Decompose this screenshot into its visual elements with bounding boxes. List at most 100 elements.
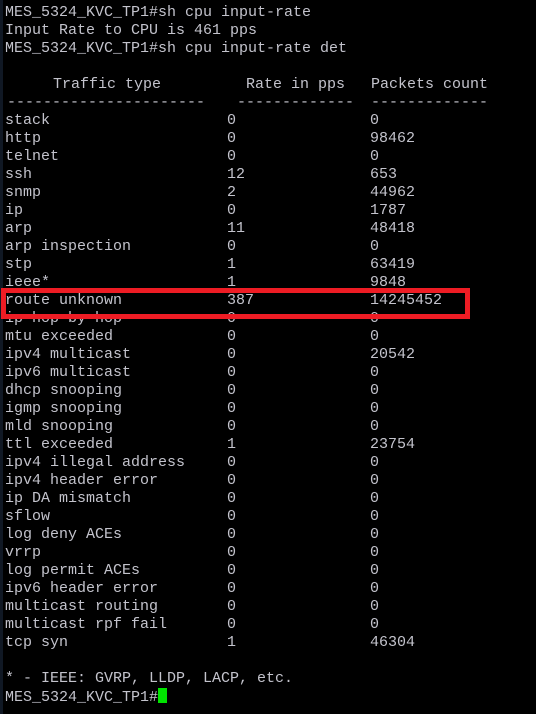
table-row: tcp syn 1 46304 [5, 634, 536, 652]
cpu-input-rate-table: stack 0 0 http 0 98462 telnet 0 0 ssh 12 653 snmp 2 44… [5, 112, 536, 652]
cell-rate: 0 [227, 544, 237, 561]
cell-packets-count: 0 [370, 310, 380, 327]
cell-packets-count: 0 [370, 598, 380, 615]
cell-rate: 1 [227, 634, 237, 651]
table-row: ipv6 multicast 0 0 [5, 364, 536, 382]
table-row: telnet 0 0 [5, 148, 536, 166]
cell-traffic-type: ip hop by hop [5, 310, 123, 327]
table-header-row: Traffic type Rate in pps Packets count [5, 76, 536, 94]
cell-rate: 12 [227, 166, 246, 183]
cell-packets-count: 0 [370, 418, 380, 435]
cell-traffic-type: http [5, 130, 42, 147]
table-row: arp 11 48418 [5, 220, 536, 238]
final-prompt-line: MES_5324_KVC_TP1# [5, 688, 536, 706]
cell-packets-count: 46304 [370, 634, 416, 651]
cell-rate: 1 [227, 436, 237, 453]
cell-traffic-type: ip [5, 202, 24, 219]
table-row: ieee* 1 9848 [5, 274, 536, 292]
header-packets-count: Packets count [371, 76, 489, 93]
cell-packets-count: 63419 [370, 256, 416, 273]
cell-rate: 0 [227, 598, 237, 615]
cell-rate: 0 [227, 112, 237, 129]
cell-rate: 0 [227, 328, 237, 345]
cell-packets-count: 0 [370, 454, 380, 471]
cell-rate: 0 [227, 130, 237, 147]
cell-rate: 0 [227, 310, 237, 327]
cell-traffic-type: route unknown [5, 292, 123, 309]
cell-traffic-type: multicast rpf fail [5, 616, 168, 633]
cell-packets-count: 0 [370, 508, 380, 525]
table-row: ttl exceeded 1 23754 [5, 436, 536, 454]
cell-rate: 0 [227, 472, 237, 489]
cell-traffic-type: ssh [5, 166, 33, 183]
command-line-2: MES_5324_KVC_TP1#sh cpu input-rate det [5, 40, 348, 57]
command-line-1: MES_5324_KVC_TP1#sh cpu input-rate [5, 4, 312, 21]
cell-packets-count: 14245452 [370, 292, 443, 309]
cell-traffic-type: ttl exceeded [5, 436, 114, 453]
cell-traffic-type: tcp syn [5, 634, 69, 651]
cell-packets-count: 23754 [370, 436, 416, 453]
cell-traffic-type: mld snooping [5, 418, 114, 435]
cell-traffic-type: ipv4 multicast [5, 346, 132, 363]
table-row: sflow 0 0 [5, 508, 536, 526]
cell-rate: 2 [227, 184, 237, 201]
table-row: ssh 12 653 [5, 166, 536, 184]
cell-traffic-type: ipv4 illegal address [5, 454, 186, 471]
table-row: ipv4 multicast 0 20542 [5, 346, 536, 364]
cell-traffic-type: igmp snooping [5, 400, 123, 417]
cell-rate: 1 [227, 274, 237, 291]
cell-packets-count: 0 [370, 112, 380, 129]
cell-traffic-type: mtu exceeded [5, 328, 114, 345]
header-rate-in-pps: Rate in pps [246, 76, 346, 93]
cell-traffic-type: stp [5, 256, 33, 273]
table-row: ipv4 illegal address 0 0 [5, 454, 536, 472]
cell-packets-count: 44962 [370, 184, 416, 201]
cell-traffic-type: ipv6 header error [5, 580, 159, 597]
cell-rate: 0 [227, 616, 237, 633]
terminal-left-edge-strip [0, 0, 3, 714]
table-row: igmp snooping 0 0 [5, 400, 536, 418]
terminal-window[interactable]: MES_5324_KVC_TP1#sh cpu input-rate Input… [0, 0, 536, 714]
table-row: log deny ACEs 0 0 [5, 526, 536, 544]
cell-rate: 0 [227, 526, 237, 543]
cell-packets-count: 0 [370, 562, 380, 579]
cell-traffic-type: log permit ACEs [5, 562, 141, 579]
cell-traffic-type: telnet [5, 148, 60, 165]
table-row: multicast routing 0 0 [5, 598, 536, 616]
separator-traffic-type: ---------------------- [7, 94, 206, 111]
cell-packets-count: 0 [370, 238, 380, 255]
table-row: ipv6 header error 0 0 [5, 580, 536, 598]
table-row: ip hop by hop 0 0 [5, 310, 536, 328]
cell-traffic-type: ip DA mismatch [5, 490, 132, 507]
table-row: multicast rpf fail 0 0 [5, 616, 536, 634]
cell-packets-count: 0 [370, 616, 380, 633]
cell-packets-count: 9848 [370, 274, 407, 291]
cell-rate: 0 [227, 490, 237, 507]
cell-rate: 0 [227, 580, 237, 597]
separator-packets: ------------- [371, 94, 489, 111]
cell-packets-count: 0 [370, 148, 380, 165]
table-row: stp 1 63419 [5, 256, 536, 274]
cell-traffic-type: sflow [5, 508, 51, 525]
cell-traffic-type: arp [5, 220, 33, 237]
table-row: dhcp snooping 0 0 [5, 382, 536, 400]
cell-packets-count: 0 [370, 472, 380, 489]
table-separator-row: ---------------------- ------------- ---… [5, 94, 536, 112]
cell-traffic-type: dhcp snooping [5, 382, 123, 399]
cell-packets-count: 0 [370, 526, 380, 543]
cell-rate: 0 [227, 400, 237, 417]
cell-packets-count: 0 [370, 364, 380, 381]
table-row: route unknown 387 14245452 [5, 292, 536, 310]
table-row: log permit ACEs 0 0 [5, 562, 536, 580]
table-row: ipv4 header error 0 0 [5, 472, 536, 490]
table-row: arp inspection 0 0 [5, 238, 536, 256]
table-row: mtu exceeded 0 0 [5, 328, 536, 346]
cell-packets-count: 98462 [370, 130, 416, 147]
cell-traffic-type: snmp [5, 184, 42, 201]
cell-packets-count: 0 [370, 328, 380, 345]
cell-rate: 0 [227, 454, 237, 471]
table-row: vrrp 0 0 [5, 544, 536, 562]
cell-rate: 11 [227, 220, 246, 237]
